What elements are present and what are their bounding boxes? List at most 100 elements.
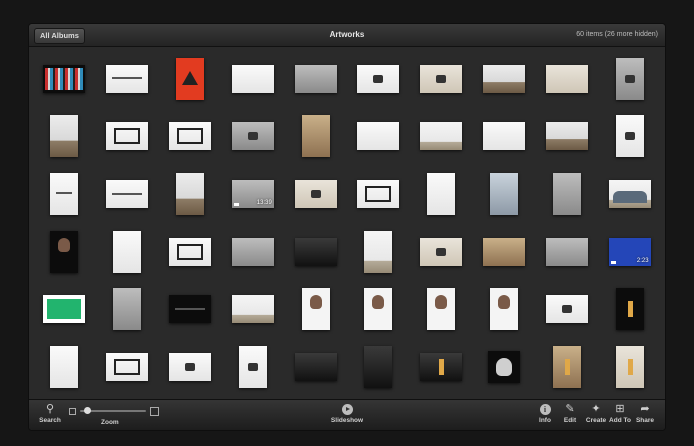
photo-thumbnail[interactable] bbox=[364, 288, 393, 331]
photo-thumbnail[interactable] bbox=[427, 288, 456, 331]
thumbnail-cell bbox=[159, 338, 222, 396]
photo-thumbnail[interactable] bbox=[294, 180, 337, 209]
thumbnail-cell bbox=[410, 50, 473, 108]
photo-thumbnail[interactable] bbox=[552, 173, 581, 216]
photo-thumbnail[interactable] bbox=[357, 180, 400, 209]
photo-thumbnail[interactable] bbox=[420, 237, 463, 266]
thumbnail-content bbox=[174, 308, 205, 311]
photo-thumbnail[interactable] bbox=[552, 346, 581, 389]
photo-thumbnail[interactable] bbox=[231, 237, 274, 266]
photo-thumbnail[interactable] bbox=[427, 173, 456, 216]
photo-thumbnail[interactable] bbox=[231, 295, 274, 324]
photo-thumbnail[interactable] bbox=[615, 115, 644, 158]
thumbnail-content bbox=[310, 190, 321, 199]
thumbnail-cell bbox=[410, 223, 473, 281]
photo-thumbnail[interactable] bbox=[50, 115, 79, 158]
thumbnail-content bbox=[365, 186, 392, 203]
photo-thumbnail[interactable] bbox=[301, 115, 330, 158]
photo-thumbnail[interactable] bbox=[294, 353, 337, 382]
share-button[interactable]: ➦ Share bbox=[630, 402, 660, 425]
thumbnail-cell bbox=[284, 108, 347, 166]
zoom-in-icon[interactable] bbox=[150, 407, 159, 416]
thumbnail-content bbox=[624, 74, 635, 83]
thumbnail-content bbox=[627, 301, 633, 318]
thumbnail-cell bbox=[410, 281, 473, 339]
thumbnail-cell bbox=[473, 165, 536, 223]
thumbnail-content bbox=[47, 299, 82, 320]
photo-thumbnail[interactable] bbox=[106, 353, 149, 382]
photo-thumbnail[interactable] bbox=[231, 64, 274, 93]
photo-thumbnail[interactable] bbox=[231, 122, 274, 151]
photo-thumbnail[interactable] bbox=[545, 64, 588, 93]
photo-thumbnail[interactable] bbox=[113, 288, 142, 331]
slideshow-label: Slideshow bbox=[330, 417, 364, 424]
photo-thumbnail[interactable] bbox=[545, 295, 588, 324]
photo-thumbnail[interactable] bbox=[175, 173, 204, 216]
thumbnail-cell bbox=[96, 108, 159, 166]
photo-thumbnail[interactable] bbox=[50, 173, 79, 216]
photo-thumbnail[interactable] bbox=[168, 353, 211, 382]
thumbnail-cell bbox=[598, 338, 661, 396]
thumbnail-content bbox=[373, 74, 384, 83]
thumbnail-cell bbox=[159, 165, 222, 223]
photo-thumbnail[interactable] bbox=[168, 237, 211, 266]
thumbnail-content bbox=[112, 192, 143, 195]
zoom-knob[interactable] bbox=[83, 407, 91, 414]
photo-thumbnail[interactable] bbox=[50, 230, 79, 273]
photo-thumbnail[interactable] bbox=[487, 351, 520, 384]
photo-thumbnail[interactable] bbox=[357, 64, 400, 93]
photo-thumbnail[interactable] bbox=[168, 295, 211, 324]
video-thumbnail[interactable]: 2:23 bbox=[608, 237, 651, 266]
zoom-slider[interactable] bbox=[69, 406, 159, 416]
photo-thumbnail[interactable] bbox=[482, 122, 525, 151]
photo-thumbnail[interactable] bbox=[615, 57, 644, 100]
photo-thumbnail[interactable] bbox=[364, 346, 393, 389]
thumbnail-content bbox=[561, 305, 572, 314]
thumbnail-cell bbox=[410, 108, 473, 166]
photo-thumbnail[interactable] bbox=[482, 64, 525, 93]
photo-thumbnail[interactable] bbox=[294, 64, 337, 93]
thumbnail-cell bbox=[33, 50, 96, 108]
photo-thumbnail[interactable] bbox=[106, 122, 149, 151]
photo-thumbnail[interactable] bbox=[301, 288, 330, 331]
thumbnail-content bbox=[436, 74, 447, 83]
thumbnail-content bbox=[436, 247, 447, 256]
search-label: Search bbox=[39, 417, 61, 424]
photo-thumbnail[interactable] bbox=[545, 237, 588, 266]
photo-thumbnail[interactable] bbox=[420, 64, 463, 93]
photo-thumbnail[interactable] bbox=[106, 180, 149, 209]
thumbnail-cell bbox=[347, 223, 410, 281]
thumbnail-cell bbox=[159, 50, 222, 108]
thumbnail-cell bbox=[535, 165, 598, 223]
photo-thumbnail[interactable] bbox=[43, 295, 86, 324]
photo-thumbnail[interactable] bbox=[50, 346, 79, 389]
photo-thumbnail[interactable] bbox=[420, 353, 463, 382]
photo-thumbnail[interactable] bbox=[294, 237, 337, 266]
photo-thumbnail[interactable] bbox=[357, 122, 400, 151]
photo-thumbnail[interactable] bbox=[168, 122, 211, 151]
photo-thumbnail[interactable] bbox=[420, 122, 463, 151]
photo-thumbnail[interactable] bbox=[238, 346, 267, 389]
thumbnail-cell: 13:39 bbox=[221, 165, 284, 223]
photo-thumbnail[interactable] bbox=[106, 64, 149, 93]
thumbnail-grid: 13:39 2:23 bbox=[33, 50, 661, 396]
thumbnail-cell bbox=[535, 281, 598, 339]
thumbnail-cell bbox=[221, 223, 284, 281]
photo-thumbnail[interactable] bbox=[113, 230, 142, 273]
thumbnail-content bbox=[58, 237, 71, 252]
photo-thumbnail[interactable] bbox=[545, 122, 588, 151]
photo-thumbnail[interactable] bbox=[608, 180, 651, 209]
photo-thumbnail[interactable] bbox=[489, 288, 518, 331]
photo-thumbnail[interactable] bbox=[364, 230, 393, 273]
photo-thumbnail[interactable] bbox=[175, 57, 204, 100]
thumbnail-cell bbox=[33, 281, 96, 339]
search-tool[interactable]: ⚲ Search bbox=[35, 402, 65, 425]
photo-thumbnail[interactable] bbox=[43, 64, 86, 93]
video-thumbnail[interactable]: 13:39 bbox=[231, 180, 274, 209]
photo-thumbnail[interactable] bbox=[615, 346, 644, 389]
zoom-out-icon[interactable] bbox=[69, 408, 76, 415]
photo-thumbnail[interactable] bbox=[615, 288, 644, 331]
photo-thumbnail[interactable] bbox=[489, 173, 518, 216]
photo-thumbnail[interactable] bbox=[482, 237, 525, 266]
slideshow-button[interactable]: Slideshow bbox=[327, 402, 367, 425]
